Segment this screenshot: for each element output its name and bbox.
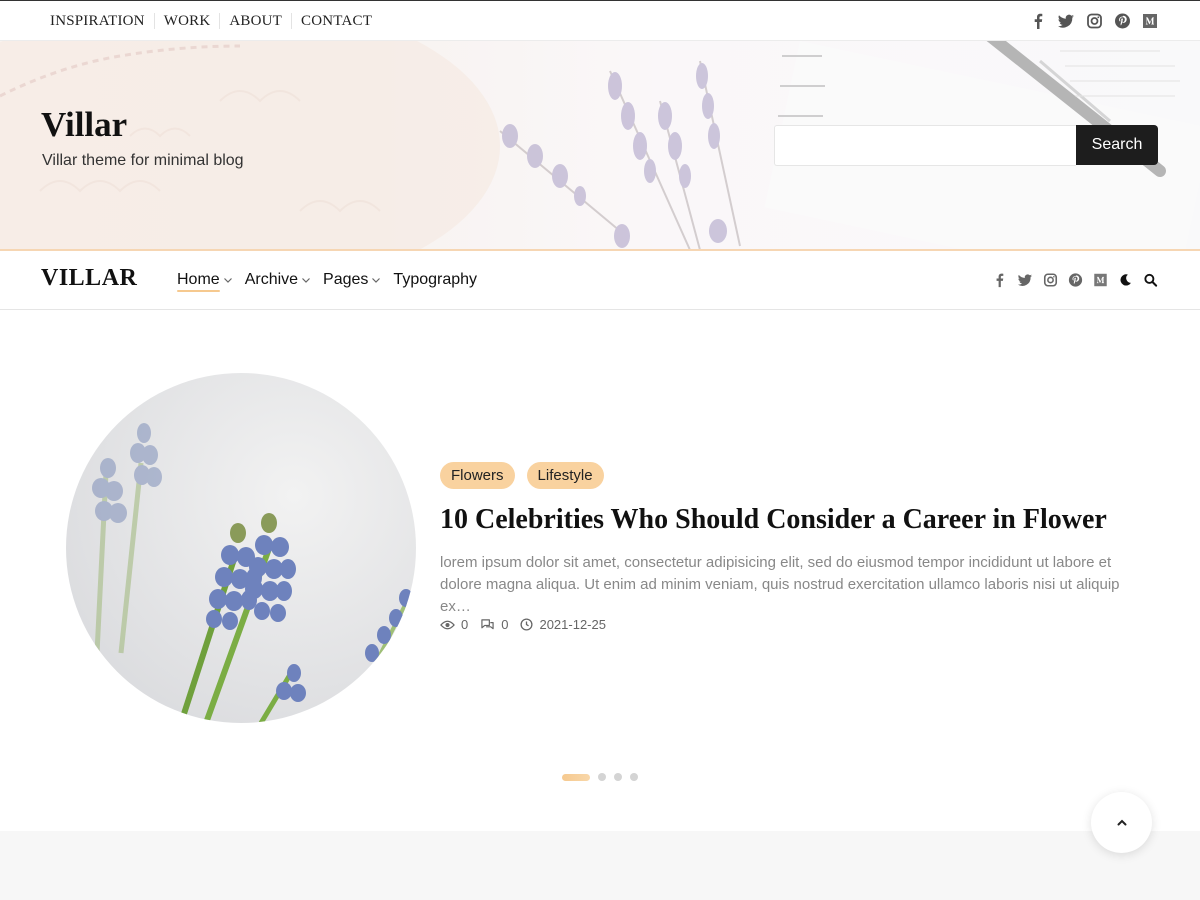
facebook-icon[interactable]: [992, 272, 1007, 288]
hero-search-form: Search: [774, 125, 1158, 166]
top-nav-work[interactable]: WORK: [153, 13, 220, 29]
pinterest-icon[interactable]: [1068, 272, 1083, 288]
chevron-down-icon: [301, 276, 311, 284]
twitter-icon[interactable]: [1017, 272, 1033, 288]
slider-dot-2[interactable]: [598, 773, 606, 781]
content-band: [0, 831, 1200, 900]
back-to-top-button[interactable]: [1091, 792, 1152, 853]
moon-icon[interactable]: [1118, 272, 1133, 288]
date-meta: 2021-12-25: [520, 617, 606, 632]
twitter-icon[interactable]: [1057, 12, 1075, 30]
site-tagline: Villar theme for minimal blog: [42, 152, 244, 169]
comments-icon: [480, 618, 495, 631]
featured-post-image[interactable]: [66, 373, 416, 723]
slider-pagination: [562, 773, 638, 781]
top-nav-contact[interactable]: CONTACT: [291, 13, 381, 29]
top-nav: INSPIRATION WORK ABOUT CONTACT: [41, 1, 381, 41]
views-meta: 0: [440, 617, 468, 632]
slider-dot-1[interactable]: [562, 773, 590, 781]
comments-meta: 0: [480, 617, 508, 632]
menu-item-typography[interactable]: Typography: [393, 271, 477, 289]
nav-icons: [992, 272, 1158, 288]
top-nav-inspiration[interactable]: INSPIRATION: [41, 13, 154, 29]
instagram-icon[interactable]: [1043, 272, 1058, 288]
menu-item-pages[interactable]: Pages: [323, 271, 381, 289]
comments-count: 0: [501, 617, 509, 632]
main-menu: Home Archive Pages Typography: [177, 251, 477, 309]
slider-dot-4[interactable]: [630, 773, 638, 781]
menu-item-label: Home: [177, 271, 220, 292]
menu-item-label: Typography: [393, 271, 478, 288]
chevron-down-icon: [371, 276, 381, 284]
menu-item-label: Archive: [244, 271, 299, 288]
pinterest-icon[interactable]: [1114, 12, 1131, 30]
grape-hyacinth-photo: [66, 373, 416, 723]
post-date: 2021-12-25: [539, 617, 606, 632]
search-icon[interactable]: [1143, 272, 1158, 288]
main-nav: VILLAR Home Archive Pages Typography: [0, 251, 1200, 310]
tag-lifestyle[interactable]: Lifestyle: [526, 462, 604, 489]
clock-icon: [520, 618, 534, 631]
post-meta: 0 0 2021-12-25: [440, 617, 606, 632]
chevron-up-icon: [1116, 818, 1128, 827]
eye-icon: [440, 619, 455, 631]
featured-post-excerpt: lorem ipsum dolor sit amet, consectetur …: [440, 554, 1120, 615]
views-count: 0: [461, 617, 469, 632]
top-social-links: [1030, 12, 1158, 30]
site-title[interactable]: Villar: [41, 105, 127, 145]
menu-item-label: Pages: [323, 271, 369, 288]
post-tags: Flowers Lifestyle: [440, 462, 604, 489]
medium-icon[interactable]: [1142, 12, 1158, 30]
nav-logo[interactable]: VILLAR: [41, 265, 137, 292]
hero-search-input[interactable]: [774, 125, 1076, 166]
hero-banner: Villar Villar theme for minimal blog Sea…: [0, 41, 1200, 250]
facebook-icon[interactable]: [1030, 12, 1046, 30]
top-nav-about[interactable]: ABOUT: [219, 13, 291, 29]
top-bar: INSPIRATION WORK ABOUT CONTACT: [0, 0, 1200, 41]
menu-item-archive[interactable]: Archive: [245, 271, 311, 289]
featured-post-title[interactable]: 10 Celebrities Who Should Consider a Car…: [440, 501, 1160, 539]
menu-item-home[interactable]: Home: [177, 271, 233, 292]
instagram-icon[interactable]: [1086, 12, 1103, 30]
tag-flowers[interactable]: Flowers: [440, 462, 515, 489]
hero-search-button[interactable]: Search: [1076, 125, 1158, 165]
slider-dot-3[interactable]: [614, 773, 622, 781]
chevron-down-icon: [223, 276, 233, 284]
featured-slider: Flowers Lifestyle 10 Celebrities Who Sho…: [0, 311, 1200, 831]
medium-icon[interactable]: [1093, 272, 1108, 288]
